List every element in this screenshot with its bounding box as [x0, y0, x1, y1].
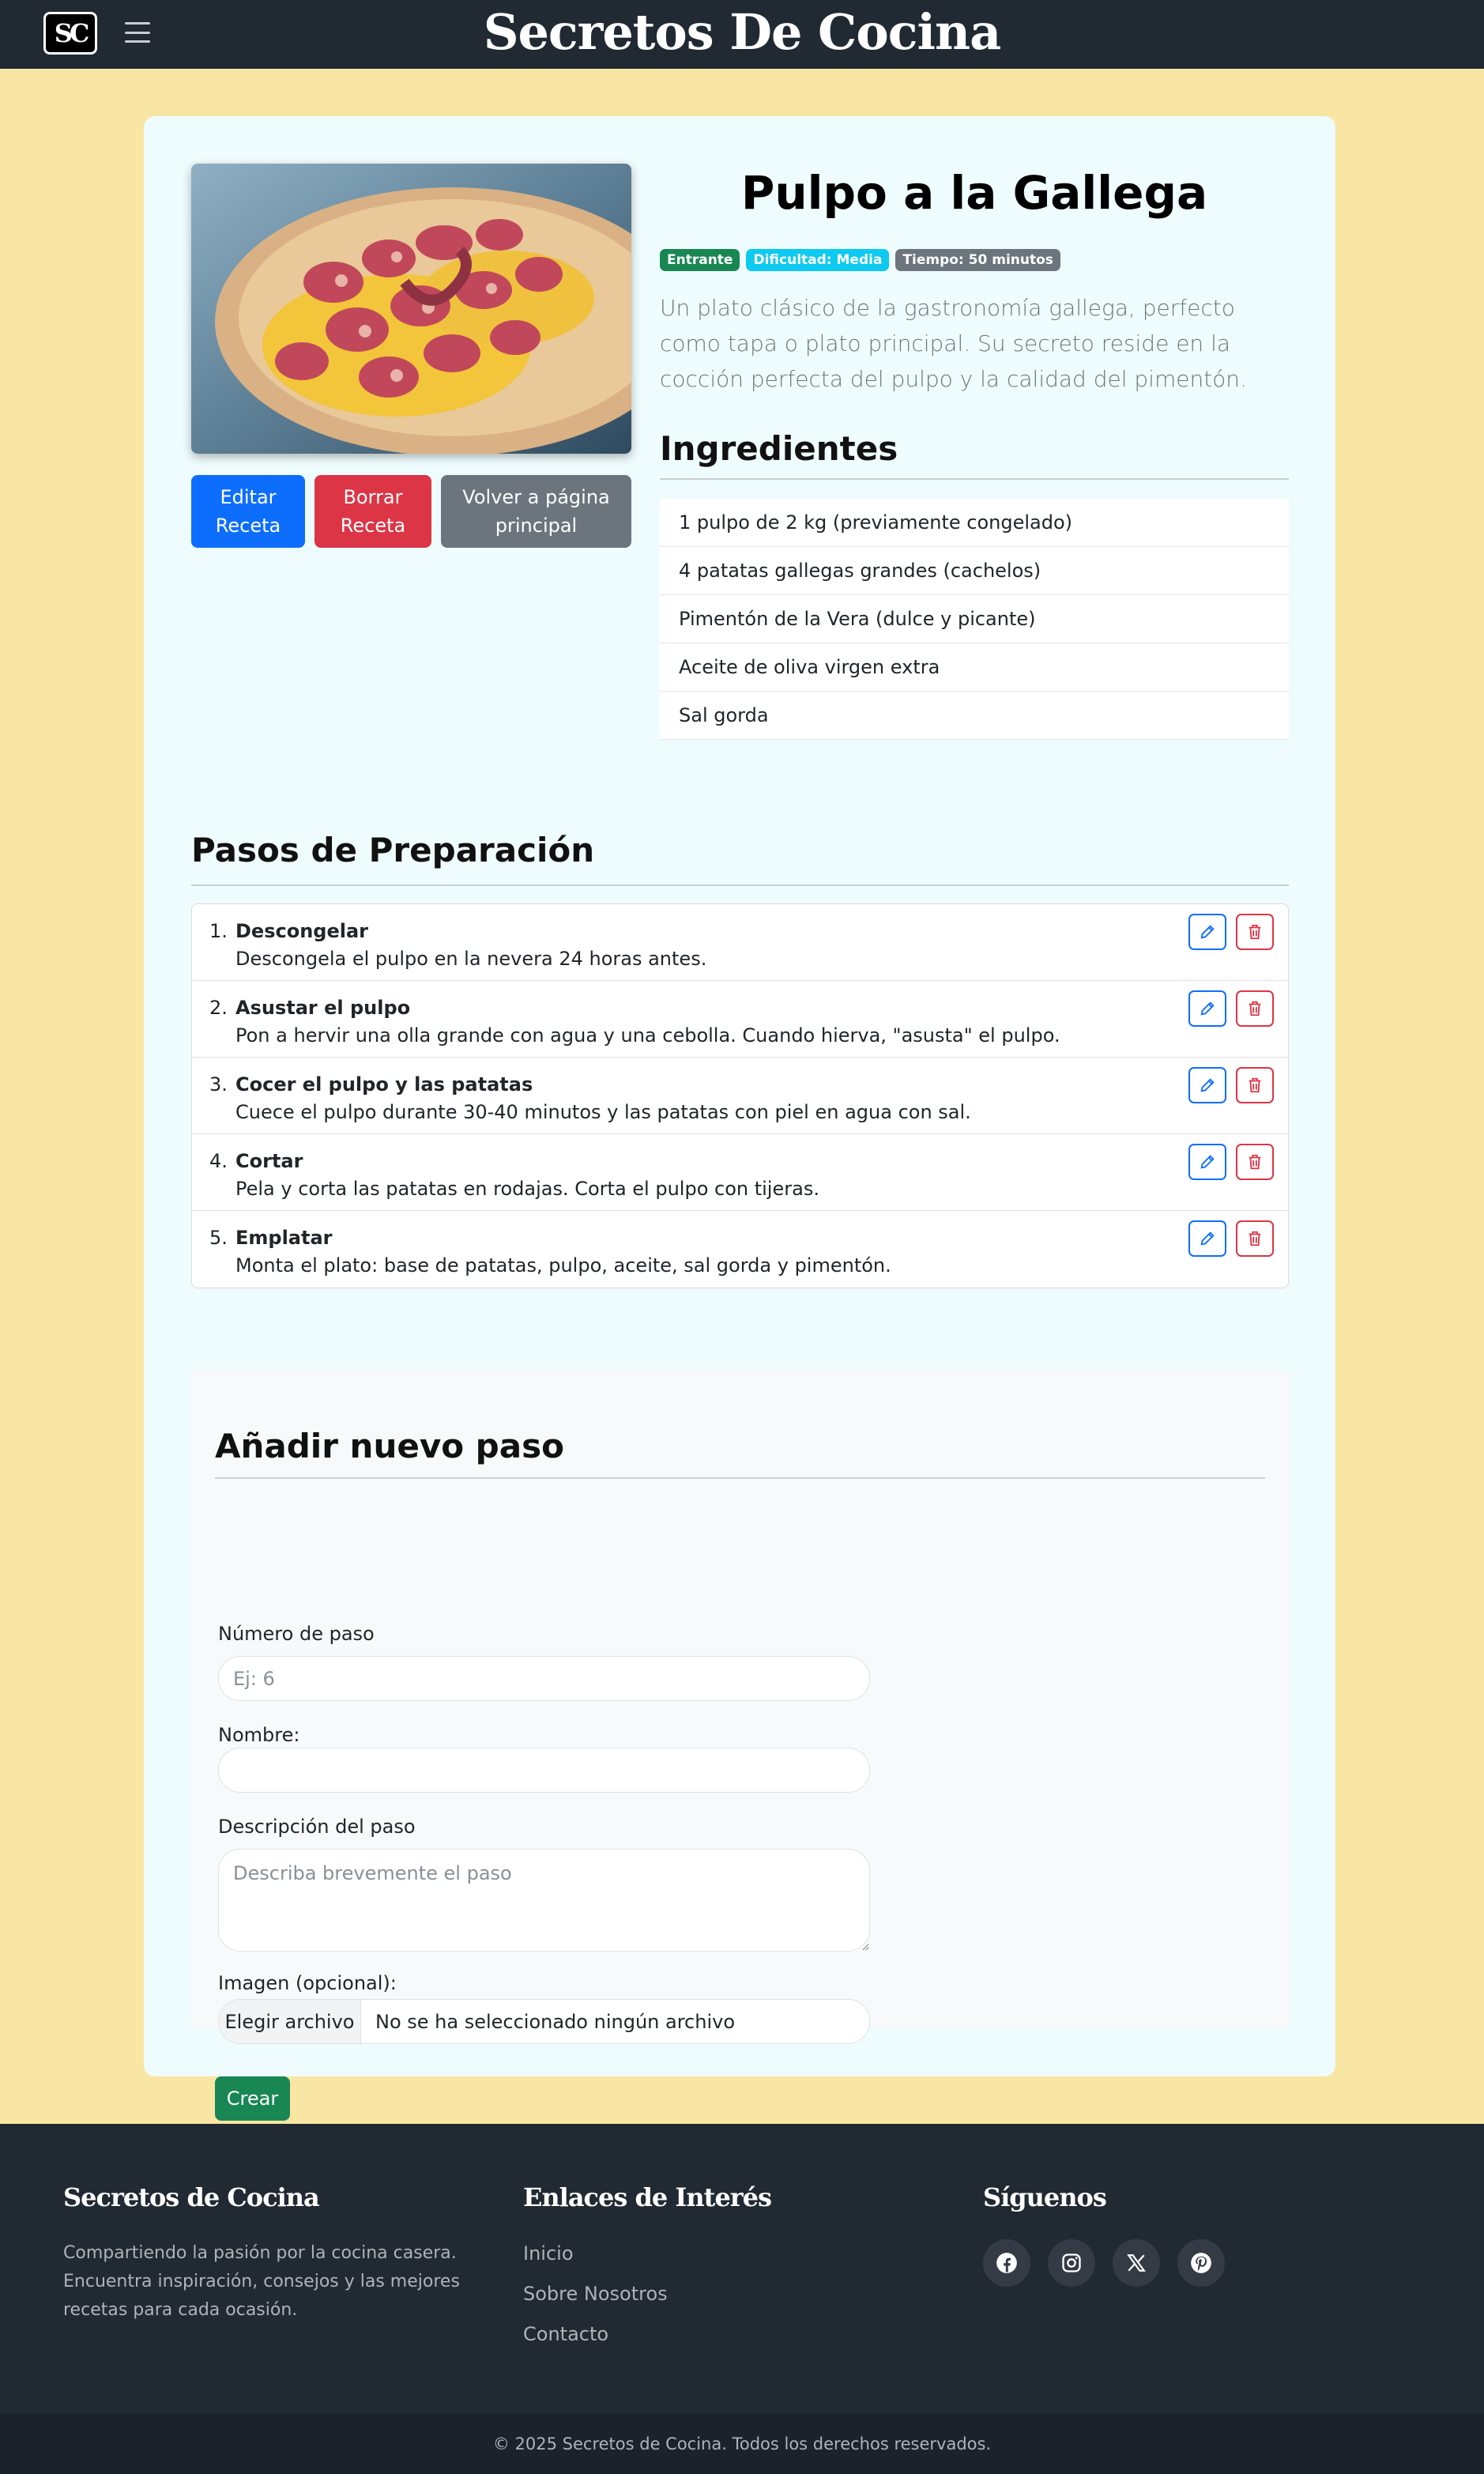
- x-icon[interactable]: [1113, 2239, 1160, 2287]
- divider: [215, 1477, 1265, 1479]
- step-name: Emplatar: [235, 1227, 333, 1249]
- step-item: 1. Descongelar Descongela el pulpo en la…: [192, 904, 1288, 981]
- step-item: 4. Cortar Pela y corta las patatas en ro…: [192, 1134, 1288, 1211]
- step-item: 2. Asustar el pulpo Pon a hervir una oll…: [192, 981, 1288, 1058]
- site-title: Secretos De Cocina: [483, 3, 1002, 61]
- edit-step-button[interactable]: [1188, 1144, 1226, 1180]
- copyright-text: © 2025 Secretos de Cocina. Todos los der…: [492, 2434, 992, 2453]
- step-description-textarea[interactable]: [218, 1849, 870, 1952]
- delete-step-button[interactable]: [1236, 914, 1274, 950]
- category-badge: Entrante: [660, 249, 740, 271]
- step-number-label: Número de paso: [218, 1623, 375, 1645]
- step-item: 5. Emplatar Monta el plato: base de pata…: [192, 1211, 1288, 1288]
- choose-file-button[interactable]: Elegir archivo: [219, 2000, 361, 2043]
- ingredient-item: Sal gorda: [660, 692, 1289, 740]
- step-name: Descongelar: [235, 920, 368, 942]
- pencil-icon: [1200, 1231, 1215, 1246]
- difficulty-badge: Dificultad: Media: [746, 249, 890, 271]
- trash-icon: [1249, 924, 1261, 940]
- pencil-icon: [1200, 1078, 1215, 1092]
- pinterest-icon[interactable]: [1177, 2239, 1225, 2287]
- footer-brand-heading: Secretos de Cocina: [63, 2182, 320, 2212]
- step-number: 4.: [209, 1150, 228, 1172]
- trash-icon: [1249, 1154, 1261, 1170]
- edit-step-button[interactable]: [1188, 990, 1226, 1027]
- step-description: Descongela el pulpo en la nevera 24 hora…: [235, 948, 707, 970]
- footer-brand-text: Compartiendo la pasión por la cocina cas…: [63, 2243, 460, 2320]
- divider: [660, 478, 1289, 480]
- delete-step-button[interactable]: [1236, 1067, 1274, 1103]
- delete-step-button[interactable]: [1236, 990, 1274, 1027]
- step-item: 3. Cocer el pulpo y las patatas Cuece el…: [192, 1058, 1288, 1134]
- ingredient-item: Pimentón de la Vera (dulce y picante): [660, 595, 1289, 643]
- trash-icon: [1249, 1077, 1261, 1093]
- back-home-button[interactable]: Volver a página principal: [441, 475, 631, 548]
- step-number: 2.: [209, 997, 228, 1019]
- create-step-button[interactable]: Crear: [215, 2076, 290, 2121]
- step-name: Cocer el pulpo y las patatas: [235, 1073, 533, 1096]
- recipe-badges: Entrante Dificultad: Media Tiempo: 50 mi…: [660, 249, 1060, 271]
- edit-recipe-button[interactable]: Editar Receta: [191, 475, 305, 548]
- edit-step-button[interactable]: [1188, 1067, 1226, 1103]
- step-name-label: Nombre:: [218, 1724, 300, 1746]
- facebook-icon[interactable]: [983, 2239, 1030, 2287]
- add-step-form: Añadir nuevo paso Número de paso Nombre:…: [191, 1370, 1289, 2121]
- instagram-icon[interactable]: [1048, 2239, 1095, 2287]
- steps-heading: Pasos de Preparación: [191, 831, 595, 869]
- recipe-image: [191, 164, 631, 454]
- ingredients-list: 1 pulpo de 2 kg (previamente congelado) …: [660, 499, 1289, 740]
- edit-step-button[interactable]: [1188, 1220, 1226, 1257]
- steps-list: 1. Descongelar Descongela el pulpo en la…: [191, 903, 1289, 1288]
- file-status-text: No se ha seleccionado ningún archivo: [375, 2010, 736, 2033]
- step-description: Pela y corta las patatas en rodajas. Cor…: [235, 1178, 819, 1200]
- time-badge: Tiempo: 50 minutos: [895, 249, 1060, 271]
- trash-icon: [1249, 1001, 1261, 1016]
- step-number-input[interactable]: [218, 1656, 870, 1701]
- step-number: 1.: [209, 920, 228, 942]
- footer-link-inicio[interactable]: Inicio: [523, 2239, 668, 2268]
- navbar: SC Secretos De Cocina: [0, 0, 1484, 69]
- step-description-label: Descripción del paso: [218, 1816, 416, 1838]
- step-name-input[interactable]: [218, 1748, 870, 1793]
- step-description: Pon a hervir una olla grande con agua y …: [235, 1024, 1060, 1047]
- footer-link-contacto[interactable]: Contacto: [523, 2320, 668, 2348]
- edit-step-button[interactable]: [1188, 914, 1226, 950]
- step-number: 5.: [209, 1227, 228, 1249]
- pencil-icon: [1200, 1155, 1215, 1169]
- social-links: [983, 2239, 1225, 2287]
- step-number: 3.: [209, 1073, 228, 1096]
- copyright-bar: © 2025 Secretos de Cocina. Todos los der…: [0, 2414, 1484, 2474]
- footer-links: Inicio Sobre Nosotros Contacto: [523, 2239, 668, 2360]
- ingredient-item: 4 patatas gallegas grandes (cachelos): [660, 547, 1289, 595]
- step-name: Asustar el pulpo: [235, 997, 411, 1019]
- step-description: Monta el plato: base de patatas, pulpo, …: [235, 1254, 891, 1277]
- footer-link-sobre-nosotros[interactable]: Sobre Nosotros: [523, 2280, 668, 2308]
- delete-step-button[interactable]: [1236, 1220, 1274, 1257]
- delete-step-button[interactable]: [1236, 1144, 1274, 1180]
- recipe-description: Un plato clásico de la gastronomía galle…: [660, 295, 1247, 392]
- footer: Secretos de Cocina Compartiendo la pasió…: [0, 2124, 1484, 2414]
- pencil-icon: [1200, 925, 1215, 939]
- pencil-icon: [1200, 1001, 1215, 1016]
- step-description: Cuece el pulpo durante 30-40 minutos y l…: [235, 1101, 971, 1123]
- ingredient-item: 1 pulpo de 2 kg (previamente congelado): [660, 499, 1289, 547]
- ingredient-item: Aceite de oliva virgen extra: [660, 643, 1289, 692]
- ingredients-heading: Ingredientes: [660, 429, 898, 468]
- image-label: Imagen (opcional):: [218, 1972, 397, 1994]
- footer-links-heading: Enlaces de Interés: [523, 2182, 772, 2212]
- image-file-input[interactable]: Elegir archivo No se ha seleccionado nin…: [218, 1999, 870, 2044]
- recipe-title: Pulpo a la Gallega: [740, 166, 1208, 220]
- step-name: Cortar: [235, 1150, 303, 1172]
- divider: [191, 884, 1289, 886]
- recipe-card: Editar Receta Borrar Receta Volver a pág…: [144, 116, 1335, 2121]
- add-step-heading: Añadir nuevo paso: [215, 1427, 564, 1465]
- footer-social-heading: Síguenos: [983, 2182, 1107, 2212]
- delete-recipe-button[interactable]: Borrar Receta: [315, 475, 431, 548]
- trash-icon: [1249, 1231, 1261, 1246]
